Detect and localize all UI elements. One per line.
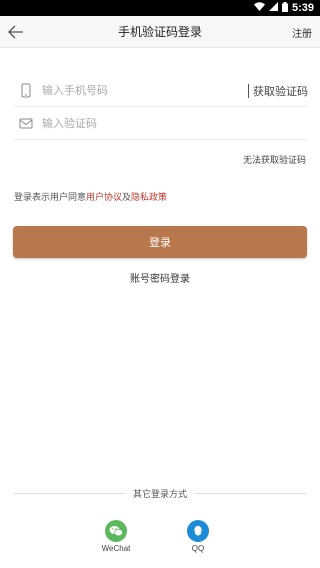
login-button[interactable]: 登录 — [13, 226, 307, 258]
agreement-prefix: 登录表示用户同意 — [14, 193, 87, 203]
cant-get-code-link[interactable]: 无法获取验证码 — [243, 153, 306, 166]
get-code-label: 获取验证码 — [253, 84, 308, 98]
agreement-text: 登录表示用户同意用户协议及隐私政策 — [14, 190, 167, 203]
wechat-label: WeChat — [101, 544, 131, 553]
divider-line-left — [14, 492, 125, 494]
signal-icon — [268, 2, 278, 14]
privacy-policy-link[interactable]: 隐私政策 — [131, 193, 167, 203]
title-bar: 手机验证码登录 注册 — [0, 16, 320, 48]
wifi-icon — [253, 2, 265, 14]
get-code-button[interactable]: 获取验证码 — [248, 83, 308, 99]
other-login-divider: 其它登录方式 — [14, 486, 307, 500]
divider — [248, 83, 249, 98]
code-input[interactable] — [42, 113, 308, 134]
status-bar: 5:39 — [0, 0, 320, 16]
envelope-icon — [16, 114, 36, 134]
other-login-label: 其它登录方式 — [133, 489, 188, 500]
back-arrow-icon[interactable] — [6, 22, 26, 42]
page-title: 手机验证码登录 — [117, 25, 202, 39]
user-agreement-link[interactable]: 用户协议 — [86, 193, 122, 203]
divider-line-right — [195, 492, 307, 494]
qq-login-button[interactable]: QQ — [178, 520, 218, 553]
qq-icon[interactable] — [187, 520, 209, 542]
wechat-login-button[interactable]: WeChat — [96, 520, 136, 553]
status-time: 5:39 — [291, 2, 314, 14]
qq-label: QQ — [191, 544, 205, 553]
code-field-row — [14, 108, 308, 140]
battery-icon — [281, 1, 288, 15]
register-link[interactable]: 注册 — [292, 25, 312, 40]
phone-field-row: 获取验证码 — [14, 75, 308, 107]
phone-input[interactable] — [42, 80, 248, 101]
password-login-link[interactable]: 账号密码登录 — [0, 270, 320, 285]
agreement-and: 及 — [122, 193, 132, 203]
wechat-icon[interactable] — [105, 520, 127, 542]
phone-icon — [16, 81, 36, 101]
